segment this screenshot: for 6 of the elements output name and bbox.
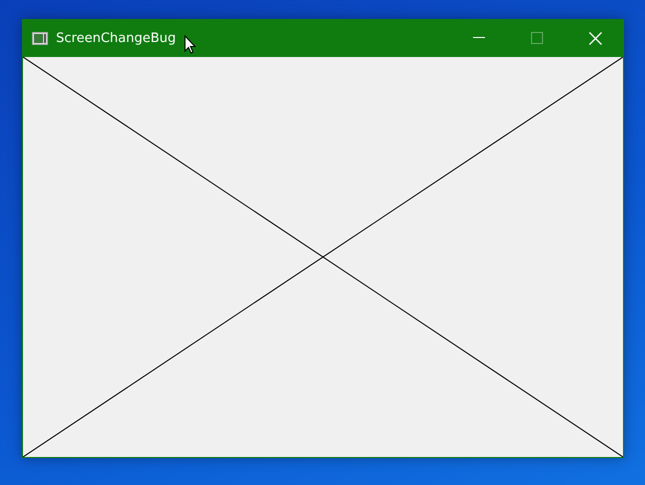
cursor-icon	[184, 35, 196, 54]
window-title: ScreenChangeBug	[56, 30, 176, 46]
app-icon	[32, 32, 48, 44]
close-icon	[588, 32, 602, 44]
maximize-icon	[531, 32, 543, 44]
minimize-icon	[473, 37, 485, 39]
